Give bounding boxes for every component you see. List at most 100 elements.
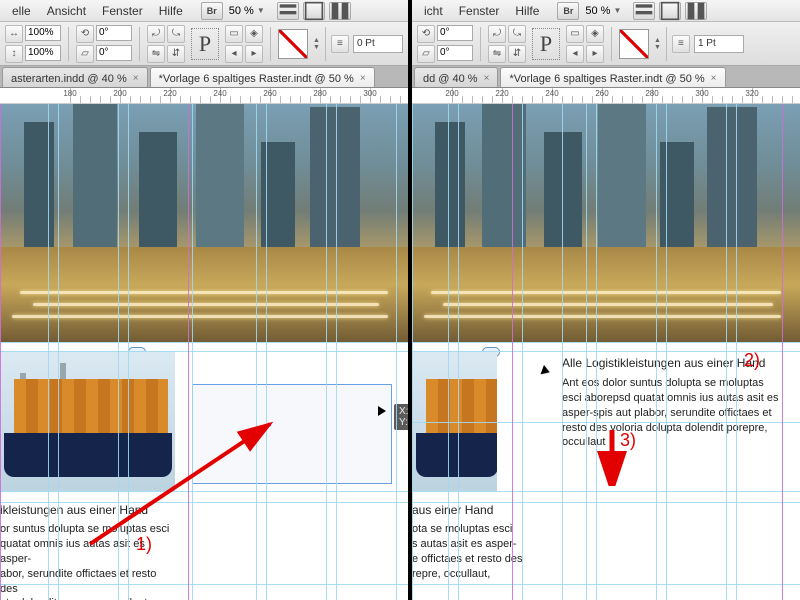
menu-item[interactable]: Hilfe [151,2,191,20]
menu-item[interactable]: Fenster [94,2,151,20]
fill-dropdown-icon[interactable]: ▲▼ [313,37,320,51]
rotate-cw-icon[interactable]: ⤾ [488,25,506,43]
rotate-ccw-icon[interactable]: ⤿ [167,25,185,43]
text-frame-fragment[interactable]: aus einer Hand ota se moluptas esci s au… [412,502,532,582]
screen-mode-icon[interactable] [303,2,325,20]
flip-h-icon[interactable]: ⇋ [488,45,506,63]
view-options-icon[interactable] [277,2,299,20]
fill-none-swatch[interactable] [619,29,649,59]
screen-mode-icon[interactable] [659,2,681,20]
rotate-field[interactable]: 0° [96,25,132,41]
scale-x-field[interactable]: 100% [25,25,61,41]
menu-item[interactable]: Fenster [451,2,508,20]
image-frame-city[interactable] [412,104,800,342]
new-text-frame[interactable] [192,384,392,484]
tab-label: *Vorlage 6 spaltiges Raster.indt @ 50 % [159,73,354,85]
shear-icon[interactable]: ▱ [76,45,94,63]
arrange-icon[interactable] [685,2,707,20]
stroke-weight-field[interactable]: 0 Pt [353,35,403,53]
text-frame[interactable]: Alle Logistikleistungen aus einer Hand A… [562,356,780,450]
close-icon[interactable]: × [484,73,490,84]
zoom-dropdown[interactable]: 50 % ▼ [585,5,621,17]
menu-bar: icht Fenster Hilfe Br 50 % ▼ [412,0,800,22]
stroke-weight-icon: ≡ [331,35,349,53]
shear-icon[interactable]: ▱ [417,45,435,63]
rotate-cw-icon[interactable]: ⤾ [147,25,165,43]
flip-v-icon[interactable]: ⇵ [167,45,185,63]
close-icon[interactable]: × [360,73,366,84]
document-canvas[interactable]: aus einer Hand ota se moluptas esci s au… [412,104,800,600]
rotate-field[interactable]: 0° [437,25,473,41]
select-prev-icon[interactable]: ◂ [225,45,243,63]
bridge-button[interactable]: Br [201,2,223,20]
ruler-tick-label: 280 [313,89,326,98]
control-bar: ↔ 100% ↕ 100% ⟲ 0° ▱ 0° ⤾ ⤿ [0,22,408,66]
document-tab[interactable]: *Vorlage 6 spaltiges Raster.indt @ 50 % … [500,67,725,87]
stroke-weight-field[interactable]: 1 Pt [694,35,744,53]
zoom-dropdown[interactable]: 50 % ▼ [229,5,265,17]
ruler-tick-label: 220 [163,89,176,98]
close-icon[interactable]: × [133,73,139,84]
zoom-value: 50 % [229,5,254,17]
select-next-icon[interactable]: ▸ [586,45,604,63]
text-frame-fragment[interactable]: ikleistungen aus einer Hand or suntus do… [0,502,175,600]
flip-v-icon[interactable]: ⇵ [508,45,526,63]
tab-label: dd @ 40 % [423,73,478,85]
rotate-ccw-icon[interactable]: ⤿ [508,25,526,43]
ruler-tick-label: 300 [363,89,376,98]
coord-x: X: 2 [399,406,408,417]
scale-x-icon[interactable]: ↔ [5,25,23,43]
bridge-button[interactable]: Br [557,2,579,20]
scale-y-icon[interactable]: ↕ [5,45,23,63]
flip-h-icon[interactable]: ⇋ [147,45,165,63]
close-icon[interactable]: × [711,73,717,84]
document-tab[interactable]: asterarten.indd @ 40 % × [2,67,148,87]
rotate-icon[interactable]: ⟲ [76,25,94,43]
heading: Alle Logistikleistungen aus einer Hand [562,356,780,370]
select-container-icon[interactable]: ▭ [566,25,584,43]
heading: ikleistungen aus einer Hand [0,502,175,518]
cursor-icon [541,365,552,377]
cursor-icon [378,406,386,416]
select-prev-icon[interactable]: ◂ [566,45,584,63]
image-frame-ship[interactable] [412,351,497,491]
ruler-tick-label: 320 [745,89,758,98]
document-tab-strip: dd @ 40 % × *Vorlage 6 spaltiges Raster.… [412,66,800,88]
document-tab-strip: asterarten.indd @ 40 % × *Vorlage 6 spal… [0,66,408,88]
menu-bar: elle Ansicht Fenster Hilfe Br 50 % ▼ [0,0,408,22]
select-content-icon[interactable]: ◈ [586,25,604,43]
menu-item[interactable]: Hilfe [507,2,547,20]
character-proxy-icon[interactable]: P [532,28,560,60]
arrange-icon[interactable] [329,2,351,20]
select-next-icon[interactable]: ▸ [245,45,263,63]
ruler-tick-label: 280 [645,89,658,98]
stroke-weight-icon: ≡ [672,35,690,53]
image-frame-ship[interactable] [0,351,175,491]
rotate-icon[interactable]: ⟲ [417,25,435,43]
ruler-tick-label: 300 [695,89,708,98]
tab-label: *Vorlage 6 spaltiges Raster.indt @ 50 % [509,73,704,85]
menu-item[interactable]: elle [4,2,39,20]
body: or suntus dolupta se moluptas esci quata… [0,522,175,600]
fill-dropdown-icon[interactable]: ▲▼ [654,37,661,51]
character-proxy-icon[interactable]: P [191,28,219,60]
menu-item[interactable]: icht [416,2,451,20]
document-canvas[interactable]: ikleistungen aus einer Hand or suntus do… [0,104,408,600]
shear-field[interactable]: 0° [437,45,473,61]
document-tab[interactable]: dd @ 40 % × [414,67,498,87]
view-options-icon[interactable] [633,2,655,20]
body: ota se moluptas esci s autas asit es asp… [412,522,532,581]
fill-none-swatch[interactable] [278,29,308,59]
control-bar: ⟲ 0° ▱ 0° ⤾ ⤿ ⇋ ⇵ P ▭ ◈ [412,22,800,66]
document-tab[interactable]: *Vorlage 6 spaltiges Raster.indt @ 50 % … [150,67,375,87]
select-container-icon[interactable]: ▭ [225,25,243,43]
select-content-icon[interactable]: ◈ [245,25,263,43]
image-frame-city[interactable] [0,104,408,342]
horizontal-ruler: 200220240260280300320 [412,88,800,104]
zoom-value: 50 % [585,5,610,17]
menu-item[interactable]: Ansicht [39,2,94,20]
shear-field[interactable]: 0° [96,45,132,61]
chevron-down-icon: ▼ [613,6,621,15]
ruler-tick-label: 200 [113,89,126,98]
scale-y-field[interactable]: 100% [25,45,61,61]
